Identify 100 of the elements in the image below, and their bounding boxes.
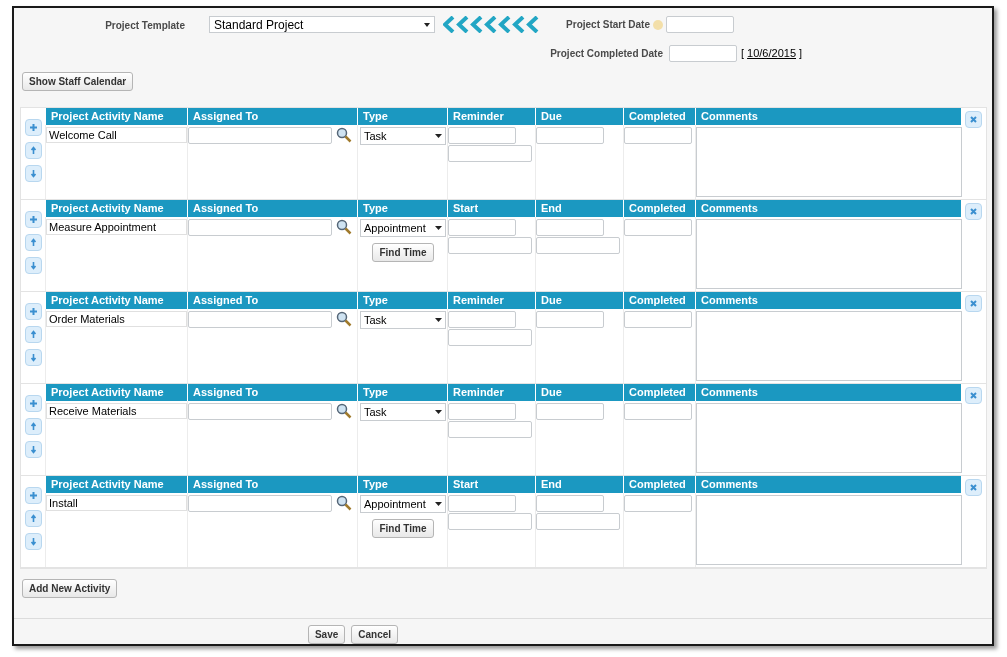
column-header: Completed <box>623 476 695 493</box>
activity-name-field[interactable]: Welcome Call <box>46 127 187 143</box>
caret-icon <box>424 22 430 27</box>
plus-icon[interactable] <box>24 211 42 228</box>
comments-field[interactable] <box>696 219 962 289</box>
comments-field[interactable] <box>696 127 962 197</box>
completed-date-field[interactable] <box>624 219 692 236</box>
start-time-field[interactable] <box>448 513 532 530</box>
close-icon[interactable] <box>965 111 982 128</box>
assigned-to-field[interactable] <box>188 311 332 328</box>
help-icon <box>653 19 663 30</box>
completed-date-field[interactable] <box>624 495 692 512</box>
caret-icon <box>435 502 442 506</box>
column-header: Comments <box>695 200 961 217</box>
column-header: Type <box>357 384 447 401</box>
plus-icon[interactable] <box>24 303 42 320</box>
reminder-date-field[interactable] <box>448 403 516 420</box>
completed-date-field[interactable] <box>624 311 692 328</box>
add-activity-button[interactable]: Add New Activity <box>22 579 118 598</box>
template-dropdown[interactable]: Standard Project <box>209 16 435 33</box>
end-time-field[interactable] <box>536 237 620 254</box>
column-header: Assigned To <box>187 384 357 401</box>
column-header: Reminder <box>447 384 535 401</box>
column-header: Completed <box>623 108 695 125</box>
reminder-time-field[interactable] <box>448 329 532 346</box>
column-header: Completed <box>623 292 695 309</box>
end-time-field[interactable] <box>536 513 620 530</box>
activity-name-field[interactable]: Measure Appointment <box>46 219 187 235</box>
column-header: Type <box>357 200 447 217</box>
reminder-date-field[interactable] <box>448 311 516 328</box>
assigned-to-field[interactable] <box>188 219 332 236</box>
caret-icon <box>435 318 442 322</box>
start-date-field[interactable] <box>448 219 516 236</box>
assigned-to-field[interactable] <box>188 403 332 420</box>
search-icon[interactable] <box>336 127 352 143</box>
close-icon[interactable] <box>965 387 982 404</box>
end-date-field[interactable] <box>536 219 604 236</box>
plus-icon[interactable] <box>24 487 42 504</box>
field-label: Project Start Date <box>566 18 650 32</box>
find-time-button[interactable]: Find Time <box>372 519 434 538</box>
search-icon[interactable] <box>336 311 352 327</box>
completed-date-field[interactable] <box>669 45 737 62</box>
column-header: Completed <box>623 200 695 217</box>
type-dropdown[interactable]: Task <box>360 127 446 145</box>
field-label: Project Template <box>104 19 185 33</box>
show-calendar-button[interactable]: Show Staff Calendar <box>22 72 134 91</box>
column-header: Due <box>535 292 623 309</box>
activity-name-field[interactable]: Install <box>46 495 187 511</box>
reminder-time-field[interactable] <box>448 421 532 438</box>
column-header: Due <box>535 384 623 401</box>
close-icon[interactable] <box>965 479 982 496</box>
field-label: Project Completed Date <box>549 47 663 61</box>
start-time-field[interactable] <box>448 237 532 254</box>
completed-date-field[interactable] <box>624 127 692 144</box>
plus-icon[interactable] <box>24 395 42 412</box>
bracket-text: [ <box>741 46 745 62</box>
column-header: Assigned To <box>187 108 357 125</box>
completed-date-field[interactable] <box>624 403 692 420</box>
due-date-field[interactable] <box>536 311 604 328</box>
column-header: Type <box>357 292 447 309</box>
search-icon[interactable] <box>336 219 352 235</box>
type-dropdown[interactable]: Task <box>360 403 446 421</box>
close-icon[interactable] <box>965 295 982 312</box>
column-header: Comments <box>695 108 961 125</box>
column-header: End <box>535 476 623 493</box>
column-header: Completed <box>623 384 695 401</box>
activity-name-field[interactable]: Receive Materials <box>46 403 187 419</box>
column-header: Project Activity Name <box>45 476 187 493</box>
type-dropdown[interactable]: Appointment <box>360 495 446 513</box>
reminder-date-field[interactable] <box>448 127 516 144</box>
search-icon[interactable] <box>336 403 352 419</box>
start-date-field[interactable] <box>666 16 734 33</box>
today-date-link[interactable]: 10/6/2015 <box>747 45 796 62</box>
activity-name-field[interactable]: Order Materials <box>46 311 187 327</box>
column-header: Project Activity Name <box>45 292 187 309</box>
save-button[interactable]: Save <box>307 625 346 644</box>
close-icon[interactable] <box>965 203 982 220</box>
cancel-button[interactable]: Cancel <box>351 625 399 644</box>
column-header: Reminder <box>447 108 535 125</box>
due-date-field[interactable] <box>536 403 604 420</box>
end-date-field[interactable] <box>536 495 604 512</box>
bracket-text: ] <box>799 46 803 62</box>
assigned-to-field[interactable] <box>188 127 332 144</box>
column-header: Reminder <box>447 292 535 309</box>
column-header: Project Activity Name <box>45 384 187 401</box>
comments-field[interactable] <box>696 403 962 473</box>
reminder-time-field[interactable] <box>448 145 532 162</box>
find-time-button[interactable]: Find Time <box>372 243 434 262</box>
comments-field[interactable] <box>696 311 962 381</box>
column-header: Start <box>447 476 535 493</box>
due-date-field[interactable] <box>536 127 604 144</box>
search-icon[interactable] <box>336 495 352 511</box>
comments-field[interactable] <box>696 495 962 565</box>
type-dropdown[interactable]: Appointment <box>360 219 446 237</box>
column-header: Start <box>447 200 535 217</box>
type-dropdown[interactable]: Task <box>360 311 446 329</box>
assigned-to-field[interactable] <box>188 495 332 512</box>
plus-icon[interactable] <box>24 119 42 136</box>
column-header: Comments <box>695 384 961 401</box>
start-date-field[interactable] <box>448 495 516 512</box>
